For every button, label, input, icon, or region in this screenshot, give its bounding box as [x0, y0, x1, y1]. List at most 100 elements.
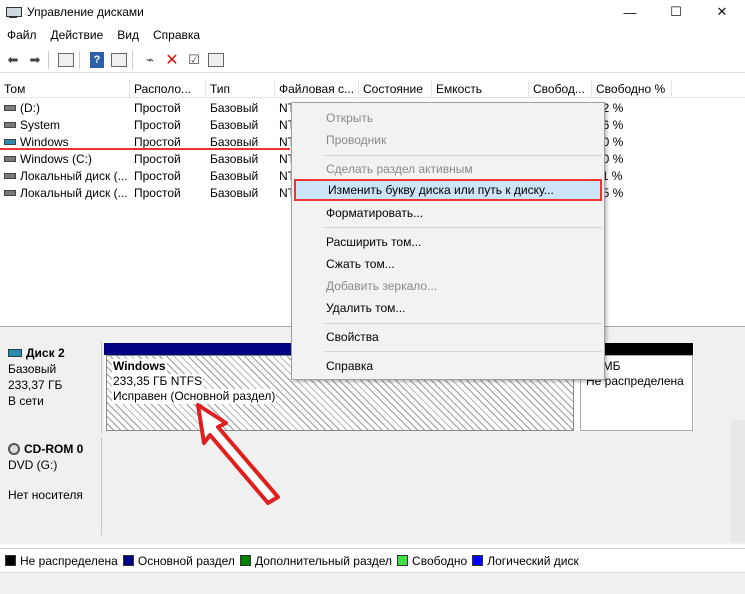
volume-name: Локальный диск (... — [20, 168, 128, 183]
menu-item-shrink[interactable]: Сжать том... — [294, 253, 602, 275]
column-header-filesystem[interactable]: Файловая с... — [275, 80, 359, 98]
show-pane-icon[interactable] — [110, 51, 128, 69]
title-bar: Управление дисками — ☐ ✕ — [0, 0, 745, 24]
legend-swatch — [122, 555, 134, 566]
legend-item: Основной раздел — [122, 554, 235, 568]
column-header-type[interactable]: Тип — [206, 80, 275, 98]
menu-item-format[interactable]: Форматировать... — [294, 202, 602, 224]
maximize-button[interactable]: ☐ — [653, 0, 699, 24]
toolbar-separator — [48, 50, 49, 69]
toolbar: ⬅ ➡ ? ⌁ ✕ ☑ — [0, 47, 745, 73]
show-list-icon[interactable] — [57, 51, 75, 69]
drive-icon — [4, 104, 16, 111]
menu-item-help[interactable]: Справка — [294, 355, 602, 377]
forward-arrow-icon[interactable]: ➡ — [26, 51, 44, 69]
disk-name: CD-ROM 0 — [24, 442, 84, 456]
menu-item-open[interactable]: Открыть — [294, 107, 602, 129]
drive-icon — [4, 138, 16, 145]
legend-item: Дополнительный раздел — [239, 554, 392, 568]
volume-type: Базовый — [210, 151, 259, 166]
window-title: Управление дисками — [27, 5, 144, 19]
context-menu: Открыть Проводник Сделать раздел активны… — [291, 102, 605, 380]
close-button[interactable]: ✕ — [699, 0, 745, 24]
properties-icon[interactable] — [207, 51, 225, 69]
toolbar-separator — [79, 50, 80, 69]
menu-view[interactable]: Вид — [110, 28, 146, 42]
menu-file[interactable]: Файл — [0, 28, 44, 42]
volume-layout: Простой — [134, 100, 181, 115]
column-header-free-percent[interactable]: Свободно % — [592, 80, 672, 98]
column-header-capacity[interactable]: Емкость — [432, 80, 529, 98]
disk-status: В сети — [8, 394, 44, 408]
volume-layout: Простой — [134, 134, 181, 149]
volume-type: Базовый — [210, 185, 259, 200]
partition-size: 233,35 ГБ NTFS — [112, 374, 204, 389]
menu-item-delete[interactable]: Удалить том... — [294, 297, 602, 319]
legend-swatch — [397, 555, 409, 566]
volume-name: Windows (C:) — [20, 151, 93, 166]
back-arrow-icon[interactable]: ⬅ — [4, 51, 22, 69]
column-header-volume[interactable]: Том — [0, 80, 130, 98]
drive-icon — [4, 189, 16, 196]
legend-swatch — [472, 555, 484, 566]
menu-separator — [324, 227, 602, 228]
menu-separator — [324, 351, 602, 352]
checklist-icon[interactable]: ☑ — [185, 51, 203, 69]
volume-type: Базовый — [210, 134, 259, 149]
window-controls: — ☐ ✕ — [607, 0, 745, 24]
help-icon[interactable]: ? — [88, 51, 106, 69]
menu-item-make-active[interactable]: Сделать раздел активным — [294, 158, 602, 180]
menu-help[interactable]: Справка — [146, 28, 207, 42]
volume-type: Базовый — [210, 100, 259, 115]
volume-type: Базовый — [210, 117, 259, 132]
drive-icon — [4, 155, 16, 162]
menu-separator — [324, 323, 602, 324]
volume-layout: Простой — [134, 151, 181, 166]
menu-action[interactable]: Действие — [44, 28, 111, 42]
column-header-layout[interactable]: Располо... — [130, 80, 206, 98]
disk-size: 233,37 ГБ — [8, 378, 63, 392]
annotation-underline — [0, 148, 290, 150]
menu-item-change-drive-letter[interactable]: Изменить букву диска или путь к диску... — [294, 179, 602, 201]
cdrom-icon — [8, 443, 20, 455]
volume-name: System — [20, 117, 61, 132]
disk-icon — [8, 349, 22, 357]
connect-disk-icon[interactable]: ⌁ — [141, 51, 159, 69]
volume-layout: Простой — [134, 185, 181, 200]
volume-name: Windows — [20, 134, 69, 149]
minimize-button[interactable]: — — [607, 0, 653, 24]
disk-kind: Базовый — [8, 362, 57, 376]
disk-name: Диск 2 — [26, 346, 65, 360]
drive-icon — [4, 121, 16, 128]
drive-icon — [4, 172, 16, 179]
legend-item: Свободно — [397, 554, 467, 568]
legend-item: Не распределена — [5, 554, 118, 568]
legend: Не распределена Основной раздел Дополнит… — [0, 548, 745, 572]
toolbar-separator — [132, 50, 133, 69]
status-bar — [0, 572, 745, 594]
menu-bar: Файл Действие Вид Справка — [0, 24, 745, 46]
menu-item-add-mirror[interactable]: Добавить зеркало... — [294, 275, 602, 297]
legend-swatch — [5, 555, 16, 566]
annotation-arrow-icon — [196, 403, 280, 505]
menu-item-explorer[interactable]: Проводник — [294, 129, 602, 151]
menu-separator — [324, 155, 602, 156]
volume-layout: Простой — [134, 168, 181, 183]
volume-layout: Простой — [134, 117, 181, 132]
menu-item-properties[interactable]: Свойства — [294, 326, 602, 348]
disk-status: Нет носителя — [8, 488, 83, 502]
delete-icon[interactable]: ✕ — [163, 51, 181, 69]
volume-type: Базовый — [210, 168, 259, 183]
partition-label: Windows — [112, 359, 167, 374]
cdrom-label[interactable]: CD-ROM 0 DVD (G:) Нет носителя — [2, 437, 102, 535]
legend-swatch — [239, 555, 251, 566]
column-header-status[interactable]: Состояние — [359, 80, 432, 98]
column-header-free[interactable]: Свобод... — [529, 80, 592, 98]
legend-item: Логический диск — [472, 554, 579, 568]
disk-kind: DVD (G:) — [8, 458, 58, 472]
menu-item-extend[interactable]: Расширить том... — [294, 231, 602, 253]
lower-pane-scrollbar[interactable] — [731, 420, 745, 542]
volume-name: Локальный диск (... — [20, 185, 128, 200]
volume-list-header: Том Располо... Тип Файловая с... Состоян… — [0, 80, 745, 98]
disk-2-label[interactable]: Диск 2 Базовый 233,37 ГБ В сети — [2, 341, 102, 433]
